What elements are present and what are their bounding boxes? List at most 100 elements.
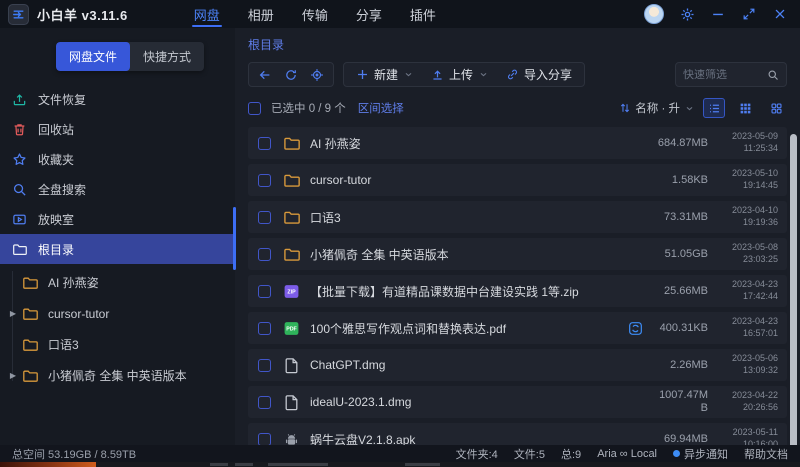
sidebar-item-label: 全盘搜索 — [38, 181, 86, 198]
file-row[interactable]: ChatGPT.dmg 2.26MB 2023-05-0613:09:32 — [248, 349, 787, 381]
list-scrollbar[interactable] — [790, 134, 797, 454]
nav-button-group — [248, 62, 334, 87]
total-space-info: 总空间 53.19GB / 8.59TB — [12, 446, 136, 462]
row-checkbox[interactable] — [258, 285, 271, 298]
tab-plugins[interactable]: 插件 — [396, 0, 450, 28]
file-date: 2023-04-1019:19:36 — [716, 205, 778, 228]
statusbar-right: 文件夹:4 文件:5 总:9 Aria ∞ Local 异步通知 帮助文档 — [456, 446, 788, 462]
expand-caret-icon[interactable]: ▶ — [6, 371, 20, 380]
row-checkbox[interactable] — [258, 248, 271, 261]
tree-item-label: AI 孙燕姿 — [48, 274, 99, 291]
file-size: 25.66MB — [652, 285, 708, 298]
sidebar-folder-tree: AI 孙燕姿 ▶ cursor-tutor 口语3 — [0, 267, 235, 391]
back-button[interactable] — [252, 63, 278, 86]
sidebar-tab-shortcuts[interactable]: 快捷方式 — [130, 42, 204, 71]
tree-item[interactable]: AI 孙燕姿 — [0, 267, 235, 298]
file-icon — [283, 357, 300, 374]
folder-count: 文件夹:4 — [456, 446, 498, 462]
list-header: 已选中 0 / 9 个 区间选择 名称 · 升 — [248, 97, 787, 119]
file-size: 2.26MB — [652, 359, 708, 372]
refresh-button[interactable] — [278, 63, 304, 86]
close-button[interactable] — [772, 6, 788, 22]
file-size: 73.31MB — [652, 211, 708, 224]
sidebar-item-global-search[interactable]: 全盘搜索 — [0, 174, 235, 204]
upload-button[interactable]: 上传 — [422, 63, 497, 86]
file-size: 684.87MB — [652, 137, 708, 150]
settings-gear-icon[interactable] — [679, 6, 695, 22]
quick-filter-input[interactable] — [683, 69, 767, 81]
row-checkbox[interactable] — [258, 174, 271, 187]
file-date: 2023-04-2317:42:44 — [716, 279, 778, 302]
folder-icon — [22, 306, 38, 322]
sidebar-item-root-directory[interactable]: 根目录 — [0, 234, 235, 264]
trash-icon — [11, 121, 27, 137]
row-checkbox[interactable] — [258, 359, 271, 372]
tree-item-label: 小猪佩奇 全集 中英语版本 — [48, 367, 187, 384]
search-icon[interactable] — [767, 69, 779, 81]
sidebar-nav: 文件恢复 回收站 收藏夹 — [0, 84, 235, 264]
breadcrumb[interactable]: 根目录 — [248, 36, 787, 53]
sidebar-item-recycle-bin[interactable]: 回收站 — [0, 114, 235, 144]
tree-item[interactable]: 口语3 — [0, 329, 235, 360]
async-notify[interactable]: 异步通知 — [673, 446, 728, 462]
sidebar-item-file-recovery[interactable]: 文件恢复 — [0, 84, 235, 114]
file-name: ChatGPT.dmg — [310, 358, 652, 372]
notify-dot-icon — [673, 450, 680, 457]
tree-item[interactable]: ▶ 小猪佩奇 全集 中英语版本 — [0, 360, 235, 391]
folder-icon — [283, 135, 300, 152]
tree-item[interactable]: ▶ cursor-tutor — [0, 298, 235, 329]
tab-share[interactable]: 分享 — [342, 0, 396, 28]
sidebar-item-screening-room[interactable]: 放映室 — [0, 204, 235, 234]
tab-album[interactable]: 相册 — [234, 0, 288, 28]
sync-badge-icon[interactable] — [628, 321, 643, 336]
file-row[interactable]: PDF 100个雅思写作观点词和替换表达.pdf 400.31KB 2023-0… — [248, 312, 787, 344]
sidebar-tab-drive-files[interactable]: 网盘文件 — [56, 42, 130, 71]
folder-icon — [22, 337, 38, 353]
tab-drive[interactable]: 网盘 — [180, 0, 234, 28]
row-checkbox[interactable] — [258, 322, 271, 335]
file-row[interactable]: AI 孙燕姿 684.87MB 2023-05-0911:25:34 — [248, 127, 787, 159]
file-icon — [283, 394, 300, 411]
expand-caret-icon[interactable]: ▶ — [6, 309, 20, 318]
sidebar-item-label: 文件恢复 — [38, 91, 86, 108]
row-checkbox[interactable] — [258, 137, 271, 150]
new-button[interactable]: 新建 — [347, 63, 422, 86]
view-grid-medium-button[interactable] — [734, 98, 756, 118]
sort-label: 名称 · 升 — [635, 100, 680, 116]
select-all-checkbox[interactable] — [248, 102, 261, 115]
view-list-button[interactable] — [703, 98, 725, 118]
sidebar-item-favorites[interactable]: 收藏夹 — [0, 144, 235, 174]
import-share-button[interactable]: 导入分享 — [497, 63, 581, 86]
tab-transfer[interactable]: 传输 — [288, 0, 342, 28]
folder-icon — [283, 209, 300, 226]
row-checkbox[interactable] — [258, 396, 271, 409]
file-row[interactable]: 口语3 73.31MB 2023-04-1019:19:36 — [248, 201, 787, 233]
folder-icon — [11, 241, 27, 257]
row-checkbox[interactable] — [258, 433, 271, 446]
zip-file-icon: ZIP — [283, 283, 300, 300]
locate-button[interactable] — [304, 63, 330, 86]
minimize-button[interactable] — [710, 6, 726, 22]
sidebar-item-label: 回收站 — [38, 121, 74, 138]
sidebar-tabs: 网盘文件 快捷方式 — [56, 42, 204, 71]
help-docs-link[interactable]: 帮助文档 — [744, 446, 788, 462]
file-size: 69.94MB — [652, 433, 708, 446]
file-row[interactable]: ZIP 【批量下载】有道精品课数据中台建设实践 1等.zip 25.66MB 2… — [248, 275, 787, 307]
aria-mode[interactable]: Aria ∞ Local — [597, 448, 657, 460]
sort-control[interactable]: 名称 · 升 — [619, 100, 694, 116]
file-name: idealU-2023.1.dmg — [310, 395, 652, 409]
file-row[interactable]: 小猪佩奇 全集 中英语版本 51.05GB 2023-05-0823:03:25 — [248, 238, 787, 270]
app-logo-icon — [8, 4, 29, 25]
file-row[interactable]: idealU-2023.1.dmg 1007.47MB 2023-04-2220… — [248, 386, 787, 418]
file-name: AI 孙燕姿 — [310, 135, 652, 152]
row-checkbox[interactable] — [258, 211, 271, 224]
user-avatar[interactable] — [644, 4, 664, 24]
file-row[interactable]: cursor-tutor 1.58KB 2023-05-1019:14:45 — [248, 164, 787, 196]
file-size: 1.58KB — [652, 174, 708, 187]
file-size: 1007.47MB — [652, 389, 708, 414]
range-select-link[interactable]: 区间选择 — [358, 100, 404, 116]
maximize-button[interactable] — [741, 6, 757, 22]
view-grid-large-button[interactable] — [765, 98, 787, 118]
file-name: cursor-tutor — [310, 173, 652, 187]
folder-icon — [22, 368, 38, 384]
